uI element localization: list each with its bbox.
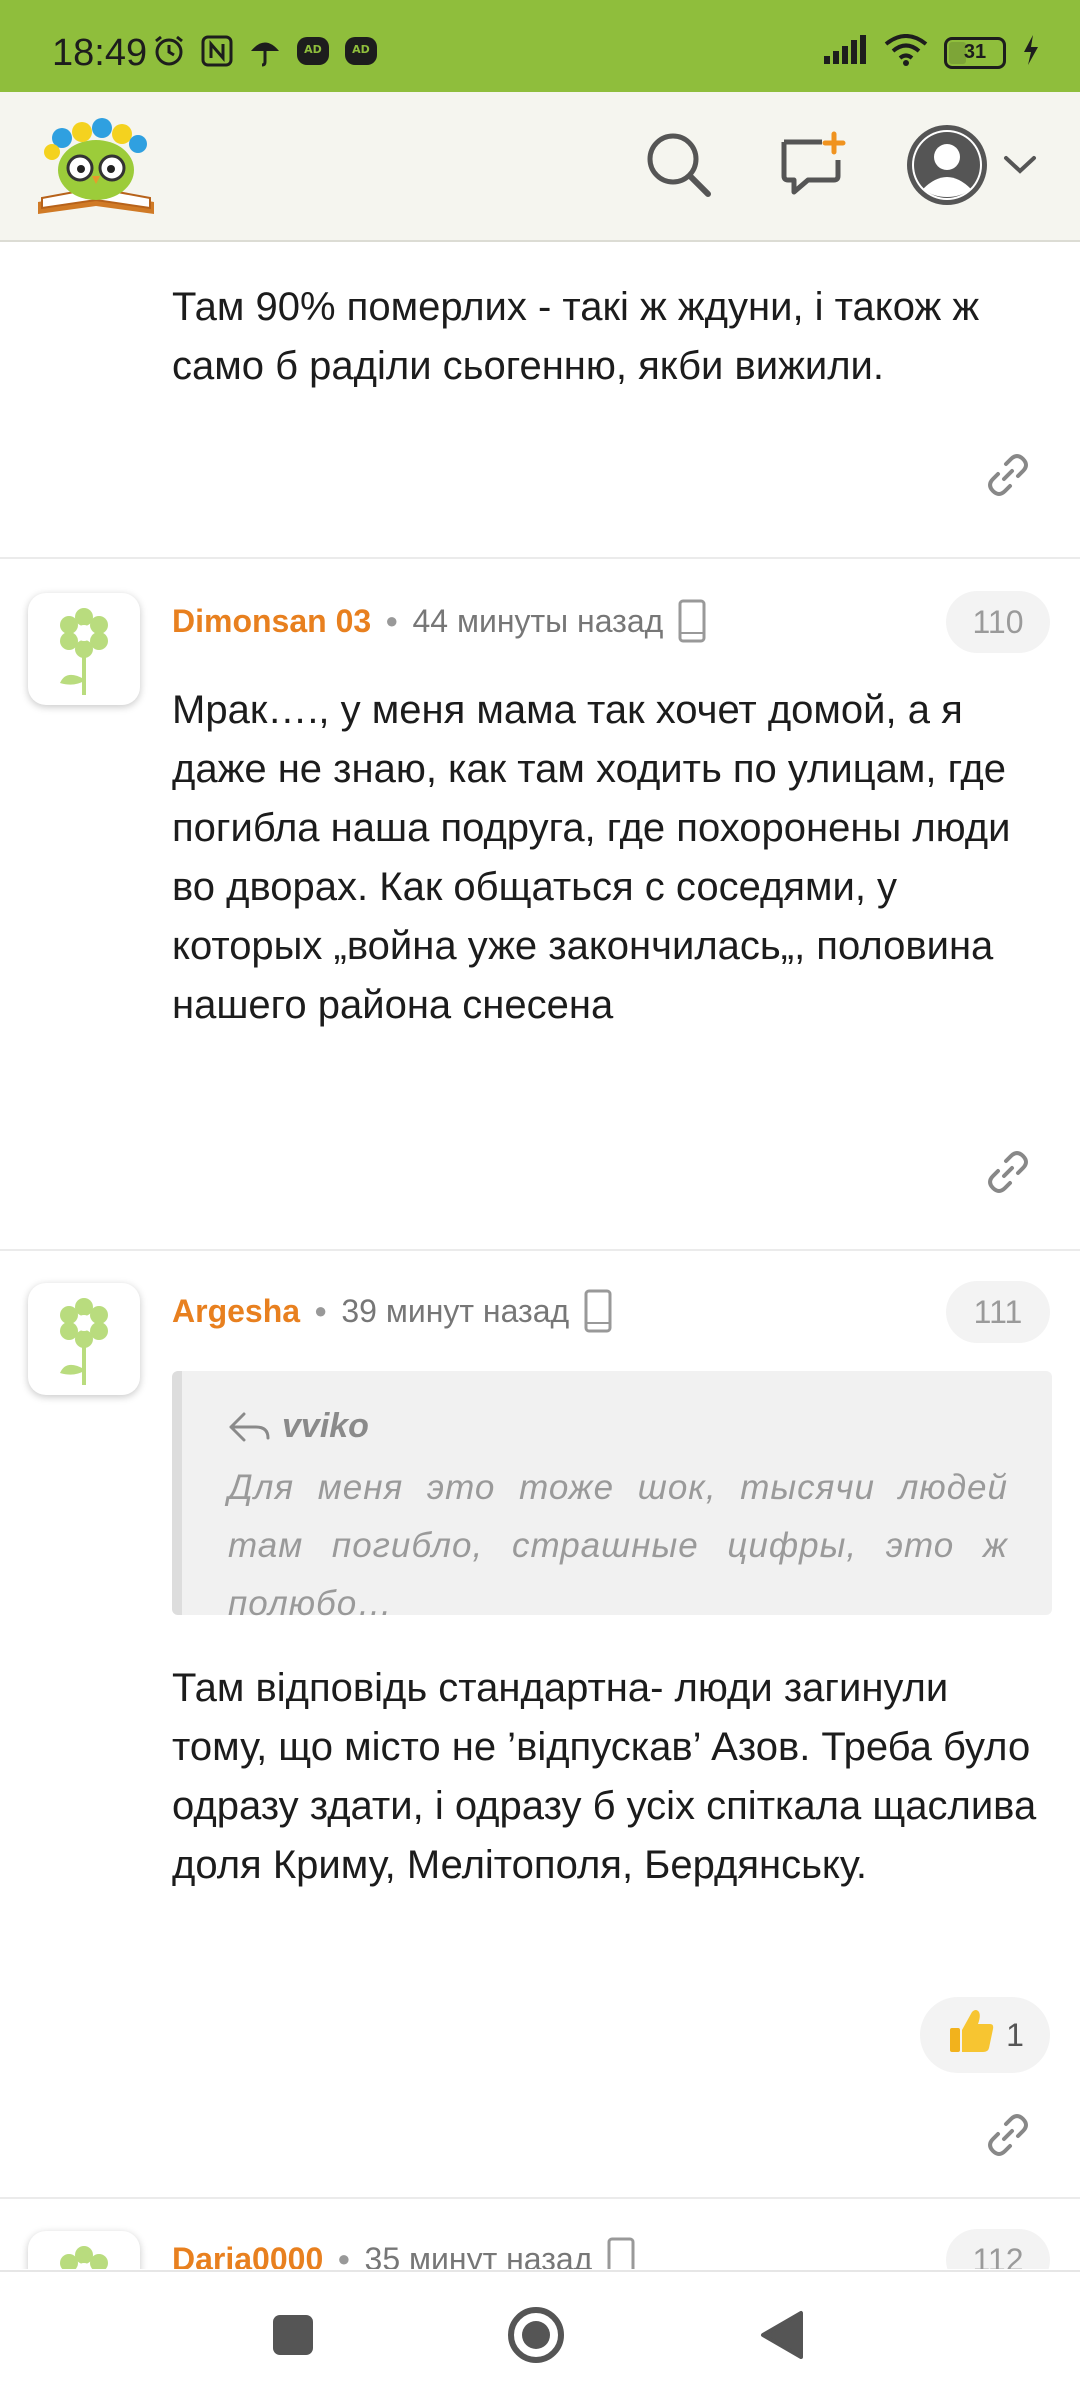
- svg-text:AD: AD: [352, 43, 370, 56]
- status-bar: 18:49 AD AD 31: [0, 0, 1080, 92]
- comment-text: Там відповідь стандартна- люди загинули …: [172, 1666, 1037, 1887]
- search-button[interactable]: [634, 122, 724, 212]
- umbrella-icon: [248, 34, 282, 68]
- separator-dot: ●: [314, 1298, 328, 1323]
- comment-item: Daria0000 ● 35 минут назад 112: [0, 2201, 1080, 2269]
- signal-icon: [822, 34, 868, 71]
- comment-author[interactable]: Dimonsan 03: [172, 603, 371, 640]
- avatar[interactable]: [28, 2231, 140, 2269]
- comment-item: Argesha ● 39 минут назад 111 vviko Для м…: [0, 1253, 1080, 2199]
- adblock-icon: AD: [344, 34, 378, 68]
- app-header: [0, 92, 1080, 242]
- comment-link-button[interactable]: [980, 449, 1036, 505]
- square-icon: [271, 2313, 315, 2362]
- comment-link-button[interactable]: [980, 2109, 1036, 2165]
- back-triangle-icon: [759, 2309, 805, 2366]
- comment-item: Dimonsan 03 ● 44 минуты назад 110 Мрак….…: [0, 561, 1080, 1251]
- svg-text:AD: AD: [304, 43, 322, 56]
- user-avatar-icon: [905, 123, 989, 212]
- link-icon: [984, 451, 1032, 504]
- charging-icon: [1022, 35, 1040, 70]
- comment-number[interactable]: 110: [946, 591, 1050, 653]
- comments-feed[interactable]: Там 90% померлих - такі ж ждуни, і також…: [0, 244, 1080, 2269]
- compose-button[interactable]: [768, 122, 858, 212]
- status-time: 18:49: [52, 32, 148, 74]
- like-button[interactable]: 1: [920, 1997, 1050, 2073]
- home-button[interactable]: [496, 2302, 576, 2372]
- quote-text: Для меня это тоже шок, тысячи людей там …: [228, 1468, 1008, 1623]
- avatar[interactable]: [28, 1283, 140, 1395]
- comment-number[interactable]: 111: [946, 1281, 1050, 1343]
- comment-time: 39 минут назад: [341, 1292, 570, 1329]
- nfc-icon: [200, 34, 234, 68]
- comment-time: 44 минуты назад: [412, 602, 664, 639]
- quoted-reply[interactable]: vviko Для меня это тоже шок, тысячи люде…: [172, 1371, 1052, 1623]
- owl-book-logo[interactable]: [34, 110, 158, 224]
- battery-level: 31: [963, 41, 987, 63]
- avatar[interactable]: [28, 593, 140, 705]
- comment-meta: Dimonsan 03 ● 44 минуты назад: [172, 591, 707, 651]
- comment-item: Там 90% померлих - такі ж ждуни, і також…: [0, 244, 1080, 559]
- chevron-down-icon: [1003, 154, 1037, 181]
- reply-arrow-icon: [229, 1412, 270, 1441]
- quote-author: vviko: [282, 1407, 369, 1445]
- mobile-device-icon: [677, 599, 707, 643]
- separator-dot: ●: [385, 608, 399, 633]
- comment-meta: Daria0000 ● 35 минут назад: [172, 2229, 636, 2269]
- flower-avatar-icon: [60, 1298, 108, 1385]
- mobile-device-icon: [583, 1289, 613, 1333]
- comment-text: Мрак…., у меня мама так хочет домой, а я…: [172, 688, 1011, 1027]
- mobile-device-icon: [606, 2237, 636, 2269]
- alarm-icon: [152, 34, 186, 68]
- quote-author-row: vviko: [228, 1407, 369, 1446]
- adblock-icon: AD: [296, 34, 330, 68]
- separator-dot: ●: [337, 2246, 351, 2269]
- search-icon: [644, 130, 714, 205]
- flower-avatar-icon: [60, 2246, 108, 2269]
- battery-icon: 31: [944, 36, 1006, 69]
- back-button[interactable]: [742, 2302, 822, 2372]
- comment-number[interactable]: 112: [946, 2229, 1050, 2269]
- comment-text: Там 90% померлих - такі ж ждуни, і також…: [172, 285, 980, 388]
- link-icon: [984, 2111, 1032, 2164]
- comment-author[interactable]: Daria0000: [172, 2241, 323, 2270]
- compose-icon: [778, 130, 848, 205]
- comment-meta: Argesha ● 39 минут назад: [172, 1281, 613, 1341]
- link-icon: [984, 1148, 1032, 1201]
- user-menu-button[interactable]: [896, 122, 1046, 212]
- flower-avatar-icon: [60, 608, 108, 695]
- thumbs-up-icon: [946, 2006, 996, 2064]
- comment-author[interactable]: Argesha: [172, 1293, 300, 1330]
- recents-button[interactable]: [253, 2302, 333, 2372]
- system-nav-bar: [0, 2270, 1080, 2400]
- status-icons-left: AD AD: [152, 34, 378, 68]
- comment-time: 35 минут назад: [364, 2240, 593, 2270]
- like-count: 1: [1006, 2016, 1024, 2053]
- comment-link-button[interactable]: [980, 1146, 1036, 1202]
- home-circle-icon: [506, 2305, 566, 2370]
- wifi-icon: [884, 34, 928, 71]
- status-icons-right: 31: [822, 34, 1040, 71]
